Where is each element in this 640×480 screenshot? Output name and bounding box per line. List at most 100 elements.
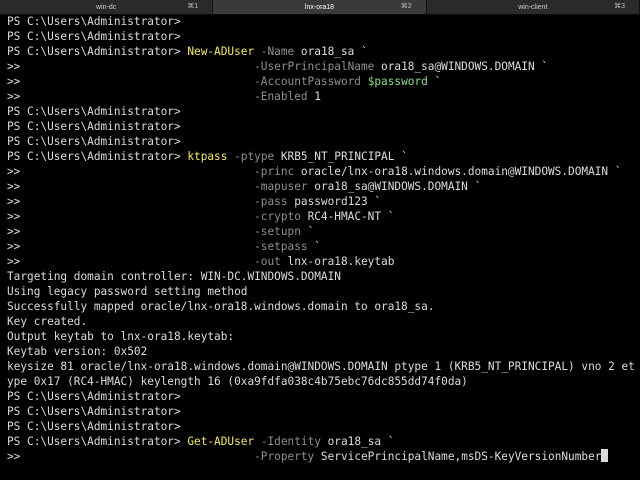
- prompt-text: PS C:\Users\Administrator>: [7, 30, 181, 43]
- parameter-name: -AccountPassword: [254, 75, 361, 88]
- argument-text: RC4-HMAC-NT `: [300, 210, 395, 223]
- argument-text: ora18_sa@WINDOWS.DOMAIN `: [307, 180, 482, 193]
- terminal-line: PS C:\Users\Administrator> ktpass -ptype…: [7, 149, 640, 164]
- terminal-output[interactable]: PS C:\Users\Administrator> PS C:\Users\Ad…: [7, 14, 640, 480]
- argument-text: ora18_sa@WINDOWS.DOMAIN `: [374, 60, 549, 73]
- prompt-text: PS C:\Users\Administrator>: [7, 405, 181, 418]
- tab-bar: win-dc ⌘1 lnx-ora18 ⌘2 win-client ⌘3: [0, 0, 640, 15]
- continuation-prompt: >>: [7, 90, 21, 103]
- continuation-prompt: >>: [7, 75, 21, 88]
- prompt-text: PS C:\Users\Administrator>: [7, 420, 181, 433]
- terminal-line: Key created.: [7, 314, 640, 329]
- terminal-line: >> -pass password123 `: [7, 194, 640, 209]
- terminal-line: PS C:\Users\Administrator>: [7, 134, 640, 149]
- prompt-text: PS C:\Users\Administrator>: [7, 150, 181, 163]
- parameter-name: -princ: [254, 165, 295, 178]
- terminal-line: Targeting domain controller: WIN-DC.WIND…: [7, 269, 640, 284]
- terminal-line: >> -setpass `: [7, 239, 640, 254]
- terminal-line: >> -Enabled 1: [7, 89, 640, 104]
- terminal-line: PS C:\Users\Administrator>: [7, 119, 640, 134]
- terminal-line: PS C:\Users\Administrator>: [7, 104, 640, 119]
- prompt-text: PS C:\Users\Administrator>: [7, 105, 181, 118]
- parameter-name: -pass: [254, 195, 288, 208]
- parameter-name: -crypto: [254, 210, 301, 223]
- continuation-prompt: >>: [7, 225, 21, 238]
- terminal-line: >> -setupn `: [7, 224, 640, 239]
- parameter-name: -out: [254, 255, 281, 268]
- parameter-name: -Name: [260, 45, 295, 58]
- argument-text: KRB5_NT_PRINCIPAL `: [274, 150, 408, 163]
- output-text: keysize 81 oracle/lnx-ora18.windows.doma…: [7, 360, 635, 373]
- output-text: Keytab version: 0x502: [7, 345, 148, 358]
- argument-text: [361, 75, 368, 88]
- argument-text: password123 `: [287, 195, 382, 208]
- continuation-prompt: >>: [7, 255, 21, 268]
- output-text: Targeting domain controller: WIN-DC.WIND…: [7, 270, 341, 283]
- tab-title: lnx-ora18: [304, 3, 335, 11]
- terminal-line: PS C:\Users\Administrator>: [7, 404, 640, 419]
- parameter-name: -mapuser: [254, 180, 308, 193]
- tab-shortcut: ⌘2: [400, 3, 412, 10]
- terminal-line: PS C:\Users\Administrator> New-ADUser -N…: [7, 44, 640, 59]
- terminal-line: PS C:\Users\Administrator>: [7, 419, 640, 434]
- command-name: Get-ADUser: [187, 435, 255, 448]
- terminal-line: PS C:\Users\Administrator> Get-ADUser -I…: [7, 434, 640, 449]
- output-text: ype 0x17 (RC4-HMAC) keylength 16 (0xa9fd…: [7, 375, 468, 388]
- terminal-line: PS C:\Users\Administrator>: [7, 389, 640, 404]
- continuation-prompt: >>: [7, 240, 21, 253]
- terminal-line: ype 0x17 (RC4-HMAC) keylength 16 (0xa9fd…: [7, 374, 640, 389]
- terminal-line: Keytab version: 0x502: [7, 344, 640, 359]
- terminal-line: Output keytab to lnx-ora18.keytab:: [7, 329, 640, 344]
- parameter-name: -Enabled: [254, 90, 308, 103]
- prompt-text: PS C:\Users\Administrator>: [7, 390, 181, 403]
- argument-text: [254, 435, 261, 448]
- terminal-line: Using legacy password setting method: [7, 284, 640, 299]
- terminal-line: >> -mapuser ora18_sa@WINDOWS.DOMAIN `: [7, 179, 640, 194]
- argument-text: lnx-ora18.keytab: [280, 255, 395, 268]
- tab-shortcut: ⌘3: [614, 3, 625, 10]
- parameter-name: -Identity: [260, 435, 321, 448]
- tab-shortcut: ⌘1: [187, 3, 199, 10]
- tab-lnx-ora18[interactable]: lnx-ora18 ⌘2: [213, 0, 427, 14]
- continuation-prompt: >>: [7, 165, 21, 178]
- variable-name: $password: [367, 75, 428, 88]
- terminal-line: >> -out lnx-ora18.keytab: [7, 254, 640, 269]
- terminal-line: >> -Property ServicePrincipalName,msDS-K…: [7, 449, 640, 464]
- prompt-text: PS C:\Users\Administrator>: [7, 15, 181, 28]
- output-text: Successfully mapped oracle/lnx-ora18.win…: [7, 300, 435, 313]
- terminal-line: keysize 81 oracle/lnx-ora18.windows.doma…: [7, 359, 640, 374]
- terminal-line: >> -AccountPassword $password `: [7, 74, 640, 89]
- command-name: ktpass: [187, 150, 228, 163]
- output-text: Using legacy password setting method: [7, 285, 248, 298]
- tab-title: win-dc: [96, 3, 117, 11]
- parameter-name: -ptype: [234, 150, 275, 163]
- argument-text: [254, 45, 261, 58]
- prompt-text: PS C:\Users\Administrator>: [7, 45, 181, 58]
- terminal-line: PS C:\Users\Administrator>: [7, 14, 640, 29]
- continuation-prompt: >>: [7, 180, 21, 193]
- text-cursor: [601, 449, 609, 462]
- parameter-name: -UserPrincipalName: [254, 60, 375, 73]
- argument-text: `: [300, 225, 315, 238]
- command-name: New-ADUser: [187, 45, 255, 58]
- parameter-name: -Property: [254, 450, 315, 463]
- argument-text: `: [427, 75, 442, 88]
- prompt-text: PS C:\Users\Administrator>: [7, 120, 181, 133]
- continuation-prompt: >>: [7, 60, 21, 73]
- argument-text: ServicePrincipalName,msDS-KeyVersionNumb…: [314, 450, 602, 463]
- parameter-name: -setpass: [254, 240, 308, 253]
- argument-text: `: [307, 240, 321, 253]
- terminal-line: >> -crypto RC4-HMAC-NT `: [7, 209, 640, 224]
- parameter-name: -setupn: [254, 225, 301, 238]
- terminal-line: Successfully mapped oracle/lnx-ora18.win…: [7, 299, 640, 314]
- prompt-text: PS C:\Users\Administrator>: [7, 435, 181, 448]
- tab-win-dc[interactable]: win-dc ⌘1: [0, 0, 214, 14]
- continuation-prompt: >>: [7, 450, 21, 463]
- argument-text: ora18_sa `: [320, 435, 395, 448]
- output-text: Key created.: [7, 315, 88, 328]
- prompt-text: PS C:\Users\Administrator>: [7, 135, 181, 148]
- tab-win-client[interactable]: win-client ⌘3: [426, 0, 640, 14]
- terminal-line: PS C:\Users\Administrator>: [7, 29, 640, 44]
- output-text: Output keytab to lnx-ora18.keytab:: [7, 330, 235, 343]
- argument-text: ora18_sa `: [294, 45, 368, 58]
